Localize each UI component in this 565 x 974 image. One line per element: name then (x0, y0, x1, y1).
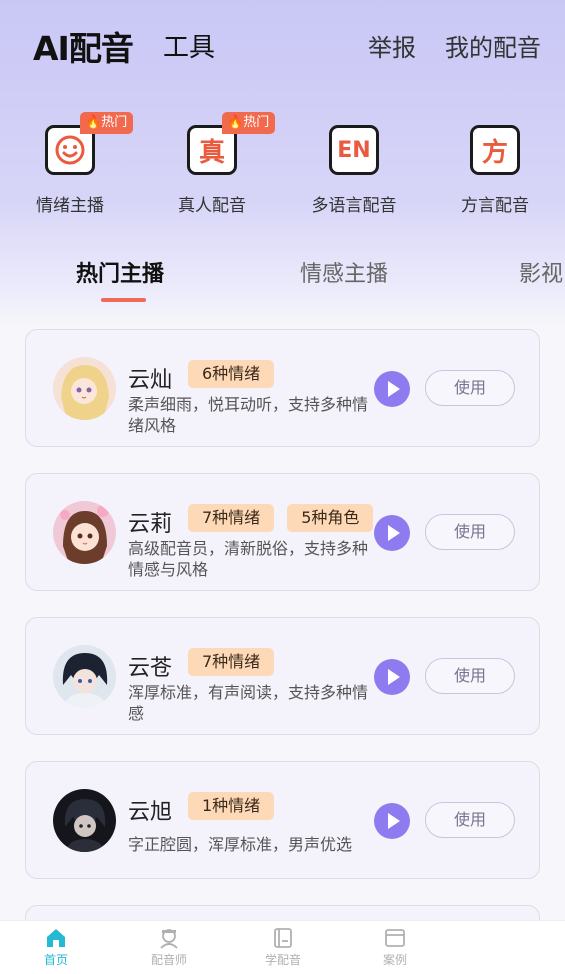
tab-hot-anchor[interactable]: 热门主播 (76, 256, 164, 288)
bottom-nav: 首页 配音师 学配音 案例 (0, 920, 565, 974)
avatar (53, 501, 116, 564)
play-icon[interactable] (374, 515, 410, 551)
avatar (53, 645, 116, 708)
voice-tags: 6种情绪 (188, 360, 275, 388)
fang-char-icon: 方 (470, 125, 520, 175)
voice-description: 高级配音员，清新脱俗，支持多种情感与风格 (128, 539, 369, 579)
top-bar: AI配音 工具 举报 我的配音 (0, 0, 565, 90)
report-button[interactable]: 举报 (368, 28, 416, 63)
nav-label: 案例 (382, 953, 407, 967)
voice-tags: 7种情绪 (188, 648, 275, 676)
voice-card[interactable]: 云旭 1种情绪 字正腔圆，浑厚标准，男声优选 使用 (25, 761, 540, 879)
anchor-tabs: 热门主播 情感主播 影视 (0, 250, 565, 310)
play-icon[interactable] (374, 803, 410, 839)
nav-home[interactable]: 首页 (16, 927, 96, 968)
emotion-tag: 7种情绪 (188, 648, 275, 676)
nav-cases[interactable]: 案例 (355, 927, 435, 968)
book-icon (272, 927, 294, 949)
category-multilang[interactable]: EN 多语言配音 (284, 115, 424, 225)
hot-badge: 🔥热门 (222, 112, 276, 134)
voice-description: 柔声细雨，悦耳动听，支持多种情绪风格 (128, 395, 369, 435)
use-button[interactable]: 使用 (425, 658, 515, 694)
fire-icon: 🔥 (227, 115, 244, 130)
tab-film[interactable]: 影视 (519, 256, 563, 288)
use-button[interactable]: 使用 (425, 514, 515, 550)
voice-name: 云苍 (128, 656, 173, 681)
category-dialect[interactable]: 方 方言配音 (425, 115, 565, 225)
home-icon (45, 927, 67, 949)
en-language-icon: EN (329, 125, 379, 175)
hot-badge: 🔥热门 (80, 112, 134, 134)
nav-voice-actor[interactable]: 配音师 (129, 927, 209, 968)
avatar (53, 357, 116, 420)
play-icon[interactable] (374, 371, 410, 407)
tab-emotion-anchor[interactable]: 情感主播 (300, 256, 388, 288)
voice-name: 云灿 (128, 368, 173, 393)
voice-name: 云旭 (128, 800, 173, 825)
fire-icon: 🔥 (85, 115, 102, 130)
emotion-tag: 7种情绪 (188, 504, 275, 532)
app-title: AI配音 (33, 29, 134, 68)
voice-card[interactable]: 云苍 7种情绪 浑厚标准，有声阅读，支持多种情感 使用 (25, 617, 540, 735)
role-tag: 5种角色 (287, 504, 374, 532)
voice-description: 字正腔圆，浑厚标准，男声优选 (128, 835, 353, 854)
avatar (53, 789, 116, 852)
voice-actor-icon (158, 927, 180, 949)
case-icon (384, 927, 406, 949)
my-dubbing-button[interactable]: 我的配音 (445, 28, 541, 63)
emotion-tag: 6种情绪 (188, 360, 275, 388)
use-button[interactable]: 使用 (425, 370, 515, 406)
voice-card[interactable]: 云灿 6种情绪 柔声细雨，悦耳动听，支持多种情绪风格 使用 (25, 329, 540, 447)
emotion-tag: 1种情绪 (188, 792, 275, 820)
nav-label: 首页 (43, 953, 68, 967)
nav-learn[interactable]: 学配音 (243, 927, 323, 968)
voice-tags: 7种情绪 5种角色 (188, 504, 374, 532)
active-tab-indicator (101, 298, 146, 302)
voice-name: 云莉 (128, 512, 173, 537)
category-label: 多语言配音 (311, 196, 397, 216)
voice-card[interactable]: 云莉 7种情绪 5种角色 高级配音员，清新脱俗，支持多种情感与风格 使用 (25, 473, 540, 591)
category-real-dubbing[interactable]: 真 🔥热门 真人配音 (142, 112, 282, 225)
category-label: 方言配音 (461, 196, 529, 216)
voice-description: 浑厚标准，有声阅读，支持多种情感 (128, 683, 369, 723)
category-emotion-anchor[interactable]: 🔥热门 情绪主播 (0, 112, 140, 225)
category-label: 真人配音 (178, 196, 246, 216)
tool-tab[interactable]: 工具 (163, 27, 215, 64)
use-button[interactable]: 使用 (425, 802, 515, 838)
voice-tags: 1种情绪 (188, 792, 275, 820)
play-icon[interactable] (374, 659, 410, 695)
nav-label: 学配音 (264, 953, 301, 967)
category-label: 情绪主播 (36, 196, 104, 216)
category-row: 🔥热门 情绪主播 真 🔥热门 真人配音 EN 多语言配音 方 方言配音 (0, 112, 565, 225)
nav-label: 配音师 (150, 953, 187, 967)
